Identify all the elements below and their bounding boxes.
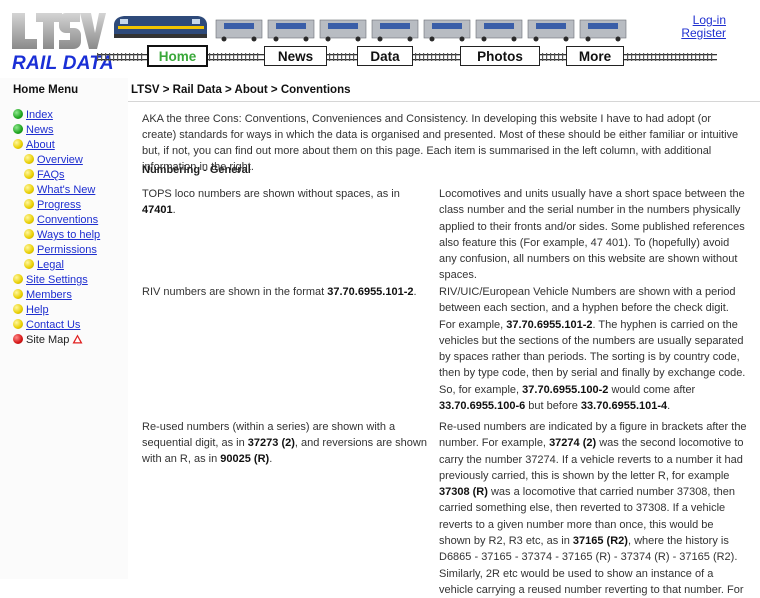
yellow-bullet-icon xyxy=(24,169,34,179)
loco-number: 37274 (2) xyxy=(549,437,597,450)
riv-number: 33.70.6955.101-4 xyxy=(580,400,668,413)
menu-item-label[interactable]: Help xyxy=(26,304,49,316)
yellow-bullet-icon xyxy=(13,274,23,284)
menu-item-overview[interactable]: Overview xyxy=(24,153,83,167)
text: . xyxy=(269,453,273,465)
menu-item-label[interactable]: Members xyxy=(26,289,72,301)
menu-item-label[interactable]: Contact Us xyxy=(26,319,80,331)
nav-tab-news[interactable]: News xyxy=(264,46,327,66)
yellow-bullet-icon xyxy=(24,259,34,269)
riv-number: 33.70.6955.100-6 xyxy=(439,400,526,413)
green-bullet-icon xyxy=(13,124,23,134)
text: but before xyxy=(525,400,581,413)
menu-item-help[interactable]: Help xyxy=(13,303,49,317)
warning-icon xyxy=(72,334,83,344)
text: TOPS loco numbers are shown without spac… xyxy=(142,188,400,200)
menu-item-label[interactable]: Permissions xyxy=(37,244,97,256)
yellow-bullet-icon xyxy=(13,304,23,314)
yellow-bullet-icon xyxy=(24,229,34,239)
red-bullet-icon xyxy=(13,334,23,344)
loco-number: 37165 (R2) xyxy=(572,535,628,548)
menu-item-label[interactable]: Overview xyxy=(37,154,83,166)
row-1-summary: TOPS loco numbers are shown without spac… xyxy=(142,186,427,218)
menu-item-site-settings[interactable]: Site Settings xyxy=(13,273,88,287)
menu-item-faqs[interactable]: FAQs xyxy=(24,168,65,182)
nav-tab-data[interactable]: Data xyxy=(357,46,413,66)
home-menu-sidebar: Home Menu Index News About Overview FAQs… xyxy=(0,78,128,579)
text: . xyxy=(667,400,671,413)
row-2-detail: RIV/UIC/European Vehicle Numbers are sho… xyxy=(439,284,747,414)
section-heading: Numbering - General xyxy=(142,164,251,176)
green-bullet-icon xyxy=(13,109,23,119)
yellow-bullet-icon xyxy=(13,319,23,329)
yellow-bullet-icon xyxy=(13,139,23,149)
riv-number: 37.70.6955.101-2 xyxy=(327,286,414,298)
menu-item-index[interactable]: Index xyxy=(13,108,53,122)
loco-number: 90025 (R) xyxy=(220,453,270,465)
site-logo[interactable]: RAIL DATA xyxy=(8,9,114,74)
account-links: Log-in Register xyxy=(666,14,726,40)
menu-item-conventions[interactable]: Conventions xyxy=(24,213,98,227)
yellow-bullet-icon xyxy=(24,184,34,194)
row-3-detail: Re-used numbers are indicated by a figur… xyxy=(439,419,747,598)
menu-item-label[interactable]: Index xyxy=(26,109,53,121)
breadcrumb: LTSV > Rail Data > About > Conventions xyxy=(131,84,351,96)
menu-item-label[interactable]: Legal xyxy=(37,259,64,271)
riv-number: 37.70.6955.100-2 xyxy=(522,383,609,396)
row-3-summary: Re-used numbers (within a series) are sh… xyxy=(142,419,427,467)
menu-item-label[interactable]: What's New xyxy=(37,184,95,196)
menu-item-about[interactable]: About xyxy=(13,138,55,152)
main-content: LTSV > Rail Data > About > Conventions A… xyxy=(128,78,760,596)
menu-item-label[interactable]: Site Settings xyxy=(26,274,88,286)
nav-tab-photos[interactable]: Photos xyxy=(460,46,540,66)
menu-item-label[interactable]: Site Map xyxy=(26,334,69,346)
menu-item-contact-us[interactable]: Contact Us xyxy=(13,318,80,332)
menu-item-label[interactable]: Conventions xyxy=(37,214,98,226)
menu-item-site-map[interactable]: Site Map xyxy=(13,333,83,347)
text: . xyxy=(413,286,417,298)
nav-tab-home[interactable]: Home xyxy=(147,45,208,67)
menu-item-label[interactable]: About xyxy=(26,139,55,151)
row-2-summary: RIV numbers are shown in the format 37.7… xyxy=(142,284,427,300)
menu-item-permissions[interactable]: Permissions xyxy=(24,243,97,257)
menu-item-legal[interactable]: Legal xyxy=(24,258,64,272)
text: Locomotives and units usually have a sho… xyxy=(439,188,745,282)
yellow-bullet-icon xyxy=(24,244,34,254)
nav-tab-more[interactable]: More xyxy=(566,46,624,66)
text: . xyxy=(172,204,176,216)
yellow-bullet-icon xyxy=(24,214,34,224)
ltsv-logo-graphic xyxy=(12,13,106,49)
text: would come after xyxy=(608,383,696,396)
menu-title: Home Menu xyxy=(13,84,79,96)
yellow-bullet-icon xyxy=(24,154,34,164)
yellow-bullet-icon xyxy=(24,199,34,209)
menu-item-label[interactable]: Progress xyxy=(37,199,81,211)
loco-number: 37308 (R) xyxy=(439,486,488,499)
menu-item-label[interactable]: FAQs xyxy=(37,169,65,181)
menu-item-whats-new[interactable]: What's New xyxy=(24,183,95,197)
menu-item-label[interactable]: News xyxy=(26,124,54,136)
register-link[interactable]: Register xyxy=(666,27,726,40)
menu-item-progress[interactable]: Progress xyxy=(24,198,81,212)
site-header: RAIL DATA Home News Data Photos More Log… xyxy=(0,0,760,78)
row-1-detail: Locomotives and units usually have a sho… xyxy=(439,186,747,284)
menu-item-news[interactable]: News xyxy=(13,123,54,137)
yellow-bullet-icon xyxy=(13,289,23,299)
loco-number: 47401 xyxy=(142,204,173,216)
menu-item-ways-to-help[interactable]: Ways to help xyxy=(24,228,100,242)
divider xyxy=(128,101,760,102)
text: RIV numbers are shown in the format xyxy=(142,286,328,298)
riv-number: 37.70.6955.101-2 xyxy=(506,318,593,331)
menu-item-label[interactable]: Ways to help xyxy=(37,229,100,241)
loco-number: 37273 (2) xyxy=(247,437,295,449)
menu-item-members[interactable]: Members xyxy=(13,288,72,302)
train-banner-image xyxy=(114,16,627,42)
